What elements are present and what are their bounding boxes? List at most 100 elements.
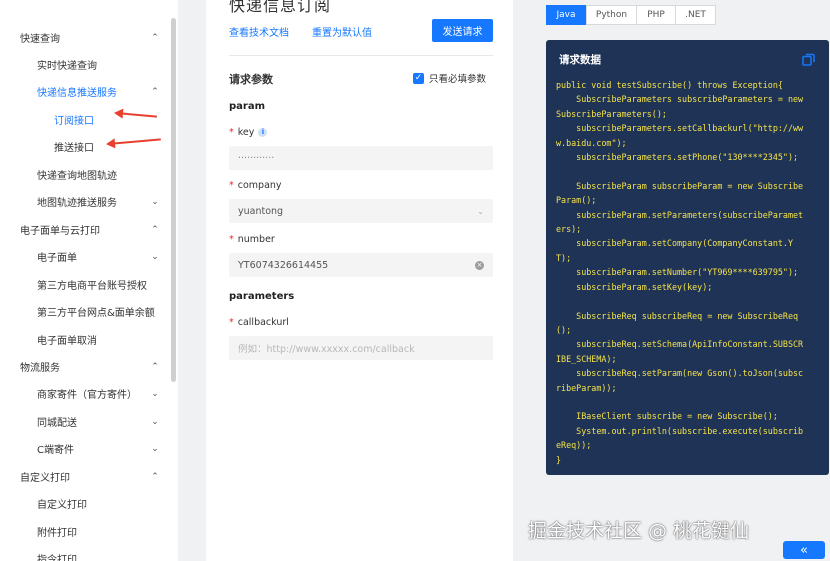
watermark: 掘金技术社区 @ 桃花键仙	[528, 520, 750, 542]
chevron-up-icon: ⌃	[151, 471, 159, 482]
chevron-down-icon: ⌄	[151, 416, 159, 427]
sidebar-item-label: 第三方电商平台账号授权	[37, 281, 147, 292]
required-star-icon: *	[229, 127, 234, 138]
required-only-label: 只看必填参数	[429, 74, 487, 85]
sidebar-item-push-service[interactable]: 快递信息推送服务 ⌃	[0, 78, 170, 105]
sidebar-item-command-print[interactable]: 指令打印	[0, 545, 170, 561]
code-line: subscribeReq.setSchema(ApiInfoConstant.S…	[556, 339, 804, 350]
copy-icon[interactable]	[802, 53, 815, 66]
sidebar-item-balance[interactable]: 第三方平台网点&面单余额	[0, 298, 170, 325]
sidebar-item-platform-auth[interactable]: 第三方电商平台账号授权	[0, 271, 170, 298]
tab-java[interactable]: Java	[546, 5, 586, 25]
sidebar-item-custom-print-group[interactable]: 自定义打印 ⌃	[0, 463, 170, 490]
sidebar-item-label: 电子面单与云打印	[20, 226, 100, 237]
tab-php[interactable]: PHP	[636, 5, 676, 25]
sidebar-item-label: 电子面单取消	[37, 336, 97, 347]
info-icon[interactable]: i	[258, 128, 268, 137]
sidebar-item-c-send[interactable]: C端寄件 ⌄	[0, 435, 170, 462]
chevron-down-icon: ⌄	[477, 206, 484, 216]
sidebar-item-merchant-send[interactable]: 商家寄件（官方寄件） ⌄	[0, 380, 170, 407]
company-label-text: company	[237, 180, 282, 191]
sidebar-item-logistics[interactable]: 物流服务 ⌃	[0, 353, 170, 380]
code-line: subscribeParam.setNumber("YT969****63979…	[556, 267, 799, 278]
number-input[interactable]: YT6074326614455 ×	[229, 253, 493, 277]
key-label: * key i	[229, 127, 268, 138]
chevron-down-icon: ⌄	[151, 251, 159, 262]
code-line: w.baidu.com");	[556, 137, 627, 148]
sidebar-item-quick-query[interactable]: 快速查询 ⌃	[0, 24, 170, 51]
chevron-up-icon: ⌃	[151, 224, 159, 235]
code-line: }	[556, 454, 562, 465]
tab-python[interactable]: Python	[586, 5, 637, 25]
sidebar-item-label: 快递查询地图轨迹	[37, 171, 117, 182]
required-star-icon: *	[229, 180, 234, 191]
number-label-text: number	[237, 234, 275, 245]
collapse-button[interactable]: «	[783, 541, 825, 559]
callbackurl-input[interactable]: 例如：http://www.xxxxx.com/callback	[229, 336, 493, 360]
company-label: * company	[229, 180, 282, 191]
sidebar: 快速查询 ⌃ 实时快递查询 快递信息推送服务 ⌃ 订阅接口 推送接口 快递查询地…	[0, 0, 178, 561]
tab-dotnet[interactable]: .NET	[675, 5, 716, 25]
required-star-icon: *	[229, 317, 234, 328]
parameters-group-title: parameters	[229, 291, 295, 302]
code-line: T);	[556, 252, 572, 263]
sidebar-item-map-push[interactable]: 地图轨迹推送服务 ⌄	[0, 188, 170, 215]
clear-icon[interactable]: ×	[475, 260, 484, 270]
callbackurl-label: * callbackurl	[229, 317, 289, 328]
sidebar-item-same-city[interactable]: 同城配送 ⌄	[0, 408, 170, 435]
code-line: SubscribeParameters subscribeParameters …	[556, 94, 804, 105]
code-panel: 请求数据 public void testSubscribe() throws …	[546, 40, 829, 475]
code-line: Param();	[556, 195, 597, 206]
required-star-icon: *	[229, 234, 234, 245]
code-title: 请求数据	[559, 54, 601, 66]
callbackurl-label-text: callbackurl	[237, 317, 289, 328]
code-block[interactable]: public void testSubscribe() throws Excep…	[556, 78, 822, 467]
sidebar-item-eorder-print[interactable]: 电子面单与云打印 ⌃	[0, 216, 170, 243]
sidebar-item-label: 快速查询	[20, 34, 60, 45]
code-line: IBE_SCHEMA);	[556, 353, 617, 364]
divider	[229, 55, 493, 56]
page-title: 快递信息订阅	[229, 0, 332, 15]
checkbox-checked-icon[interactable]: ✓	[413, 72, 424, 84]
code-line: IBaseClient subscribe = new Subscribe();	[556, 411, 778, 422]
sidebar-item-label: 自定义打印	[20, 473, 70, 484]
code-line: subscribeParameters.setCallbackurl("http…	[556, 123, 804, 134]
sidebar-item-eorder-cancel[interactable]: 电子面单取消	[0, 326, 170, 353]
send-request-button[interactable]: 发送请求	[432, 19, 493, 42]
sidebar-item-map-track[interactable]: 快递查询地图轨迹	[0, 161, 170, 188]
reset-default-link[interactable]: 重置为默认值	[312, 24, 372, 39]
sidebar-item-label: 附件打印	[37, 528, 77, 539]
code-line: SubscribeParam subscribeParam = new Subs…	[556, 180, 804, 191]
code-line: subscribeParam.setParameters(subscribePa…	[556, 209, 804, 220]
doc-link[interactable]: 查看技术文档	[229, 24, 289, 39]
sidebar-item-realtime-query[interactable]: 实时快递查询	[0, 51, 170, 78]
sidebar-item-label: 第三方平台网点&面单余额	[37, 308, 155, 319]
code-line: ribeParam));	[556, 382, 617, 393]
sidebar-item-label: 实时快递查询	[37, 61, 97, 72]
sidebar-item-label: 自定义打印	[37, 500, 87, 511]
code-line: eReq));	[556, 440, 592, 451]
section-title: 请求参数	[229, 73, 273, 86]
request-form-panel: 快递信息订阅 查看技术文档 重置为默认值 发送请求 请求参数 ✓ 只看必填参数 …	[206, 0, 513, 561]
code-line: subscribeParam.setCompany(CompanyConstan…	[556, 238, 793, 249]
key-input[interactable]: ············	[229, 146, 493, 170]
sidebar-item-eorder[interactable]: 电子面单 ⌄	[0, 243, 170, 270]
code-line: SubscribeParameters();	[556, 108, 667, 119]
code-line: ers);	[556, 224, 582, 235]
sidebar-item-push-api[interactable]: 推送接口	[0, 133, 170, 160]
code-line: public void testSubscribe() throws Excep…	[556, 80, 783, 90]
sidebar-scrollbar[interactable]	[171, 18, 176, 382]
sidebar-item-attachment-print[interactable]: 附件打印	[0, 518, 170, 545]
code-line: ();	[556, 324, 572, 335]
code-line: SubscribeReq subscribeReq = new Subscrib…	[556, 310, 799, 321]
chevron-up-icon: ⌃	[151, 86, 159, 97]
code-line: subscribeParameters.setPhone("130****234…	[556, 152, 799, 163]
required-only-toggle[interactable]: ✓ 只看必填参数	[413, 71, 486, 85]
company-select[interactable]: yuantong ⌄	[229, 199, 493, 223]
chevron-down-icon: ⌄	[151, 443, 159, 454]
sidebar-item-subscribe-api[interactable]: 订阅接口	[0, 106, 170, 133]
param-group-title: param	[229, 101, 266, 112]
sidebar-item-custom-print[interactable]: 自定义打印	[0, 490, 170, 517]
